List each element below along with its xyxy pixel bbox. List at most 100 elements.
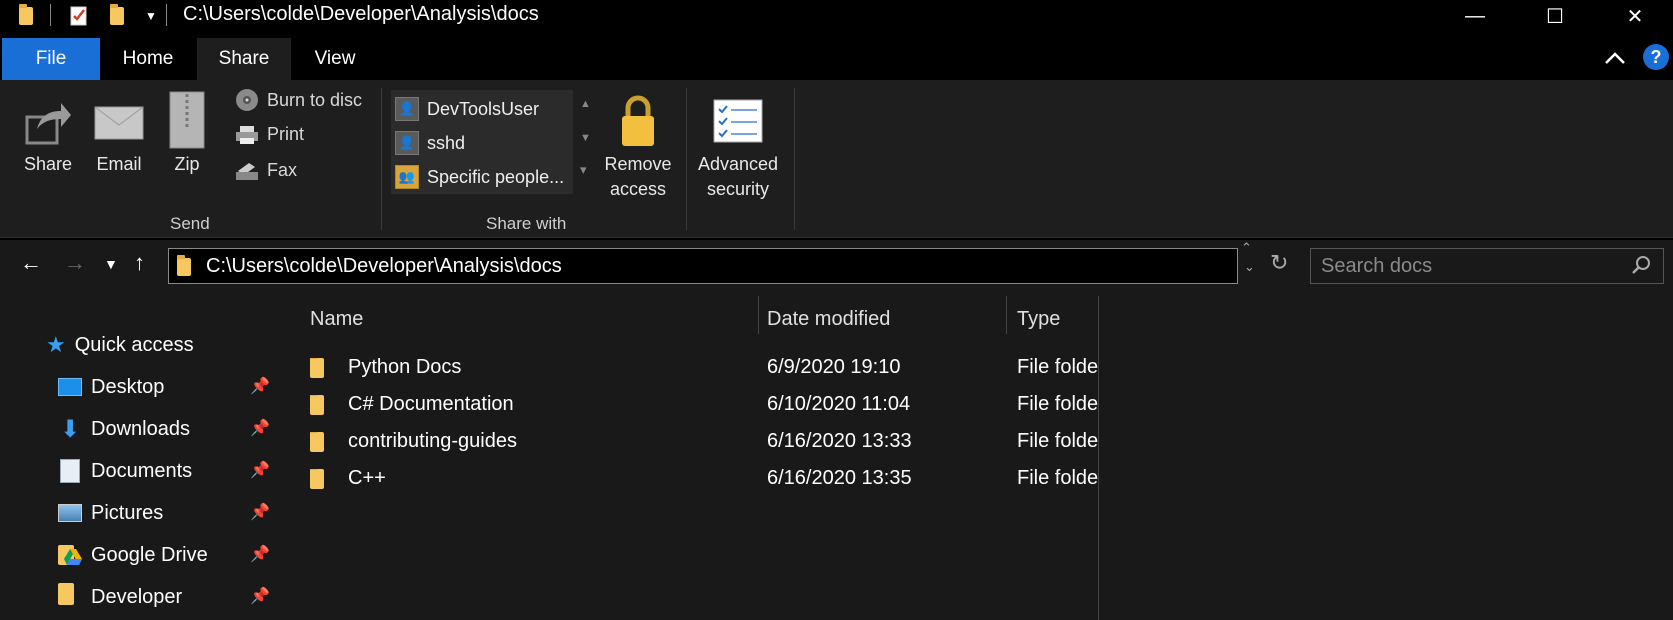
forward-button[interactable]: → — [64, 250, 86, 276]
email-label: Email — [96, 154, 142, 174]
column-separator — [1098, 296, 1099, 620]
pin-icon[interactable]: 📌 — [250, 586, 270, 606]
folder-icon — [310, 432, 324, 452]
pictures-icon — [58, 504, 82, 522]
new-folder-icon[interactable] — [104, 4, 130, 28]
collapse-ribbon-icon[interactable] — [1604, 48, 1626, 71]
ribbon-tabs: File Home Share View — [0, 38, 1673, 80]
nav-item-label: Developer — [91, 585, 183, 608]
pin-icon[interactable]: 📌 — [250, 460, 270, 480]
navigation-pane: ★ Quick access Desktop 📌 ⬇ Downloads 📌 D… — [0, 290, 278, 620]
send-group-label: Send — [170, 214, 210, 233]
file-date: 6/10/2020 11:04 — [767, 393, 911, 415]
email-icon — [88, 94, 150, 152]
search-box[interactable] — [1310, 248, 1664, 284]
recent-locations-icon[interactable]: ▼ — [104, 256, 118, 272]
nav-item-label: Downloads — [91, 417, 190, 440]
share-list-expand-icon[interactable]: ▾ — [580, 162, 587, 178]
share-item-label: sshd — [427, 132, 466, 153]
nav-item-desktop[interactable]: Desktop — [58, 370, 164, 404]
close-button[interactable]: ✕ — [1595, 0, 1673, 32]
help-icon[interactable]: ? — [1643, 44, 1669, 70]
share-item-label: DevToolsUser — [427, 98, 540, 119]
nav-item-google-drive[interactable]: Google Drive — [58, 538, 208, 572]
column-header-type[interactable]: Type — [1017, 308, 1060, 331]
tab-file[interactable]: File — [2, 38, 100, 80]
nav-item-developer[interactable]: Developer — [58, 580, 182, 614]
advanced-security-button[interactable]: Advanced security — [690, 90, 786, 202]
folder-icon — [310, 395, 324, 415]
zip-icon — [162, 88, 212, 152]
navigation-bar: ← → ▼ ↑ C:\Users\colde\Developer\Analysi… — [0, 240, 1673, 290]
file-name: Python Docs — [348, 356, 462, 378]
nav-quick-access[interactable]: ★ Quick access — [46, 328, 194, 362]
share-with-sshd[interactable]: 👤 sshd — [395, 128, 465, 158]
nav-quick-access-label: Quick access — [74, 333, 194, 356]
share-with-list: 👤 DevToolsUser 👤 sshd 👥 Specific people.… — [391, 90, 573, 194]
share-label: Share — [23, 154, 73, 174]
nav-item-label: Desktop — [91, 375, 165, 398]
zip-button[interactable]: Zip — [162, 88, 212, 177]
refresh-icon[interactable]: ↻ — [1270, 250, 1288, 276]
nav-item-pictures[interactable]: Pictures — [58, 496, 163, 530]
properties-icon[interactable] — [66, 4, 92, 28]
address-path[interactable]: C:\Users\colde\Developer\Analysis\docs — [206, 255, 562, 278]
search-input[interactable] — [1321, 255, 1621, 278]
file-date: 6/16/2020 13:35 — [767, 467, 912, 489]
column-separator[interactable] — [758, 296, 759, 334]
lock-icon — [598, 90, 678, 152]
share-item-label: Specific people... — [427, 166, 565, 187]
file-name: C++ — [348, 467, 386, 489]
share-button[interactable]: Share — [18, 94, 78, 177]
remove-access-button[interactable]: Remove access — [598, 90, 678, 202]
customize-qat-icon[interactable]: ▼ — [140, 4, 162, 28]
qat-separator — [50, 4, 51, 26]
back-button[interactable]: ← — [20, 250, 42, 276]
nav-item-label: Pictures — [91, 501, 164, 524]
email-button[interactable]: Email — [88, 94, 150, 177]
print-button[interactable]: Print — [235, 124, 304, 145]
pin-icon[interactable]: 📌 — [250, 376, 270, 396]
tab-share[interactable]: Share — [197, 38, 291, 80]
file-name: C# Documentation — [348, 393, 514, 415]
desktop-icon — [58, 378, 82, 396]
advanced-security-label-2: security — [706, 179, 769, 199]
minimize-button[interactable]: — — [1435, 0, 1515, 32]
maximize-button[interactable]: ☐ — [1515, 0, 1595, 32]
up-button[interactable]: ↑ — [134, 250, 145, 276]
share-list-scroll-up-icon[interactable]: ▲ — [580, 98, 591, 110]
share-list-scroll-down-icon[interactable]: ▼ — [580, 132, 591, 144]
people-icon: 👥 — [395, 165, 419, 189]
fax-button[interactable]: Fax — [235, 160, 297, 181]
burn-to-disc-button[interactable]: Burn to disc — [235, 88, 362, 112]
address-dropdown-icon[interactable]: ⌄ — [1244, 259, 1255, 275]
file-type: File folde — [1017, 467, 1099, 489]
column-header-name[interactable]: Name — [310, 308, 363, 331]
nav-item-documents[interactable]: Documents — [58, 454, 192, 488]
search-icon[interactable] — [1631, 255, 1651, 280]
folder-icon — [177, 255, 191, 276]
share-with-specific-people[interactable]: 👥 Specific people... — [395, 162, 564, 192]
column-separator[interactable] — [1006, 296, 1007, 334]
window-title: C:\Users\colde\Developer\Analysis\docs — [183, 3, 539, 25]
pin-icon[interactable]: 📌 — [250, 502, 270, 522]
pin-icon[interactable]: 📌 — [250, 418, 270, 438]
nav-item-label: Google Drive — [91, 543, 208, 566]
star-icon: ★ — [46, 332, 66, 357]
file-date: 6/9/2020 19:10 — [767, 356, 901, 378]
folder-icon — [58, 583, 82, 611]
share-with-devtoolsuser[interactable]: 👤 DevToolsUser — [395, 94, 539, 124]
group-separator — [381, 88, 382, 230]
tab-view[interactable]: View — [296, 38, 374, 80]
print-label: Print — [267, 124, 305, 144]
file-name: contributing-guides — [348, 430, 517, 452]
google-drive-icon — [58, 543, 82, 567]
share-icon — [18, 94, 78, 152]
tab-home[interactable]: Home — [104, 38, 192, 80]
address-bar[interactable]: C:\Users\colde\Developer\Analysis\docs ⌃… — [168, 240, 1255, 284]
column-header-date-modified[interactable]: Date modified — [767, 308, 890, 331]
folder-icon — [14, 4, 38, 28]
nav-item-downloads[interactable]: ⬇ Downloads — [58, 412, 190, 446]
pin-icon[interactable]: 📌 — [250, 544, 270, 564]
ribbon-panel: Share Email Zip Burn to disc Print Fax S… — [0, 80, 1673, 238]
